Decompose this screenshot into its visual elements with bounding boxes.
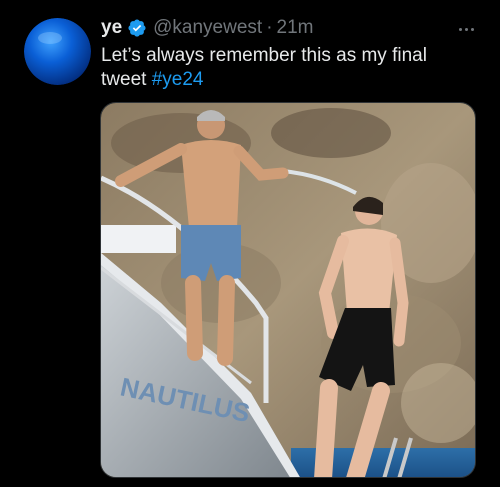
tweet-photo[interactable]: NAUTILUS (100, 102, 476, 478)
user-handle[interactable]: @kanyewest (153, 17, 262, 39)
timestamp[interactable]: 21m (277, 17, 314, 39)
blue-sphere-avatar-icon (24, 18, 91, 85)
display-name[interactable]: ye (101, 17, 122, 39)
hashtag-link[interactable]: #ye24 (152, 69, 204, 90)
verified-badge-icon (127, 18, 147, 38)
more-options-icon[interactable] (455, 22, 477, 36)
tweet-text: Let’s always remember this as my final t… (101, 44, 461, 92)
yacht-photo: NAUTILUS (101, 103, 475, 477)
separator-dot: · (266, 17, 273, 38)
tweet-header: ye @kanyewest · 21m (101, 17, 314, 39)
tweet-card[interactable]: ye @kanyewest · 21m Let’s always remembe… (0, 0, 500, 487)
tweet-text-body: Let’s always remember this as my final t… (101, 45, 427, 90)
avatar[interactable] (24, 18, 91, 85)
